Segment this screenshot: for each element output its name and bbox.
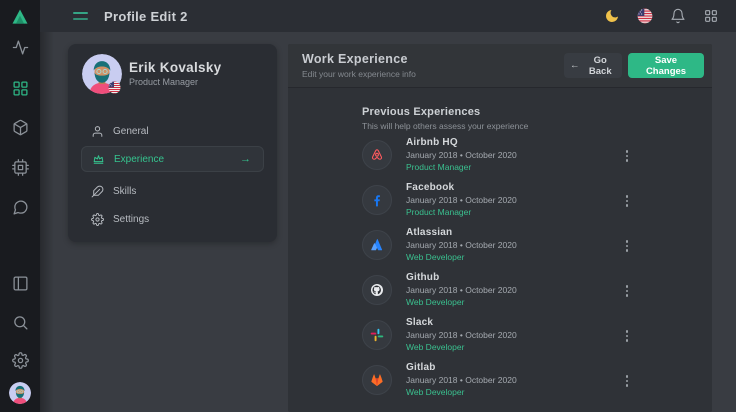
company-logo-icon — [369, 237, 385, 253]
chat-bubble-icon[interactable] — [0, 196, 40, 218]
avatar-icon — [9, 382, 31, 404]
row-menu-button[interactable] — [620, 281, 634, 301]
company-logo — [362, 320, 392, 350]
company-logo — [362, 140, 392, 170]
company-logo-icon — [369, 327, 385, 343]
user-role: Product Manager — [129, 77, 198, 87]
company-name: Gitlab — [406, 362, 517, 373]
page-title: Profile Edit 2 — [104, 9, 188, 24]
experience-row: Slack January 2018 • October 2020 Web De… — [362, 317, 652, 357]
app-window: Profile Edit 2 Erik Koval — [0, 0, 736, 412]
arrow-right-icon: → — [240, 153, 251, 165]
company-dates: January 2018 • October 2020 — [406, 330, 517, 340]
section-subtitle: This will help others assess your experi… — [362, 121, 528, 131]
notifications-bell-icon[interactable] — [669, 7, 687, 25]
user-icon — [91, 125, 104, 138]
work-experience-panel: Work Experience Edit your work experienc… — [288, 44, 712, 412]
apps-grid-icon[interactable] — [702, 7, 720, 25]
company-dates: January 2018 • October 2020 — [406, 150, 517, 160]
company-name: Github — [406, 272, 517, 283]
content-area: Erik Kovalsky Product Manager General Ex… — [40, 32, 736, 412]
company-logo — [362, 275, 392, 305]
arrow-left-icon: ← — [570, 60, 580, 71]
gear-icon — [91, 213, 104, 226]
panel-subtitle: Edit your work experience info — [302, 69, 416, 79]
company-logo-icon — [369, 372, 385, 388]
package-box-icon[interactable] — [0, 116, 40, 138]
save-changes-button[interactable]: Save Changes — [628, 53, 704, 78]
menu-item-label: Skills — [113, 186, 136, 197]
cpu-chip-icon[interactable] — [0, 156, 40, 178]
menu-item-skills[interactable]: Skills — [81, 182, 264, 200]
experience-row: Atlassian January 2018 • October 2020 We… — [362, 227, 652, 267]
company-role: Web Developer — [406, 342, 517, 352]
company-dates: January 2018 • October 2020 — [406, 195, 517, 205]
us-flag-icon — [108, 81, 121, 94]
company-logo — [362, 230, 392, 260]
user-name: Erik Kovalsky — [129, 60, 221, 75]
row-menu-button[interactable] — [620, 236, 634, 256]
company-name: Airbnb HQ — [406, 137, 517, 148]
company-role: Web Developer — [406, 252, 517, 262]
company-dates: January 2018 • October 2020 — [406, 240, 517, 250]
company-role: Web Developer — [406, 297, 517, 307]
company-logo-icon — [369, 192, 385, 208]
brand-logo[interactable] — [0, 5, 40, 29]
company-name: Facebook — [406, 182, 517, 193]
company-role: Product Manager — [406, 207, 517, 217]
triangle-logo-icon — [10, 7, 30, 27]
experience-row: Facebook January 2018 • October 2020 Pro… — [362, 182, 652, 222]
menu-item-settings[interactable]: Settings — [81, 210, 264, 228]
rail-user-avatar[interactable] — [9, 382, 31, 404]
company-logo-icon — [369, 147, 385, 163]
company-logo — [362, 185, 392, 215]
top-bar: Profile Edit 2 — [40, 0, 736, 32]
go-back-label: Go Back — [585, 55, 617, 77]
company-dates: January 2018 • October 2020 — [406, 285, 517, 295]
search-icon[interactable] — [0, 311, 40, 333]
layout-sidebar-icon[interactable] — [0, 272, 40, 294]
activity-icon[interactable] — [0, 36, 40, 58]
section-title: Previous Experiences — [362, 106, 480, 118]
panel-header: Work Experience Edit your work experienc… — [288, 44, 712, 88]
company-role: Web Developer — [406, 387, 517, 397]
menu-item-label: Experience — [114, 154, 164, 165]
topbar-actions — [603, 7, 736, 25]
experience-row: Airbnb HQ January 2018 • October 2020 Pr… — [362, 137, 652, 177]
avatar-flag-badge — [108, 81, 121, 94]
company-dates: January 2018 • October 2020 — [406, 375, 517, 385]
profile-card: Erik Kovalsky Product Manager General Ex… — [68, 44, 277, 242]
menu-item-label: Settings — [113, 214, 149, 225]
row-menu-button[interactable] — [620, 191, 634, 211]
menu-item-label: General — [113, 126, 149, 137]
feather-pen-icon — [91, 185, 104, 198]
menu-item-experience[interactable]: Experience → — [81, 146, 264, 172]
dark-mode-moon-icon[interactable] — [603, 7, 621, 25]
go-back-button[interactable]: ← Go Back — [564, 53, 622, 78]
dashboard-grid-icon[interactable] — [0, 77, 40, 99]
row-menu-button[interactable] — [620, 146, 634, 166]
menu-toggle-icon[interactable] — [73, 11, 88, 21]
row-menu-button[interactable] — [620, 371, 634, 391]
company-role: Product Manager — [406, 162, 517, 172]
crown-icon — [92, 153, 105, 166]
panel-title: Work Experience — [302, 52, 408, 66]
company-name: Atlassian — [406, 227, 517, 238]
settings-gear-icon[interactable] — [0, 349, 40, 371]
experience-row: Github January 2018 • October 2020 Web D… — [362, 272, 652, 312]
language-flag-icon[interactable] — [636, 7, 654, 25]
experience-row: Gitlab January 2018 • October 2020 Web D… — [362, 362, 652, 402]
menu-item-general[interactable]: General — [81, 122, 264, 140]
company-name: Slack — [406, 317, 517, 328]
row-menu-button[interactable] — [620, 326, 634, 346]
company-logo-icon — [369, 282, 385, 298]
icon-rail — [0, 0, 40, 412]
company-logo — [362, 365, 392, 395]
